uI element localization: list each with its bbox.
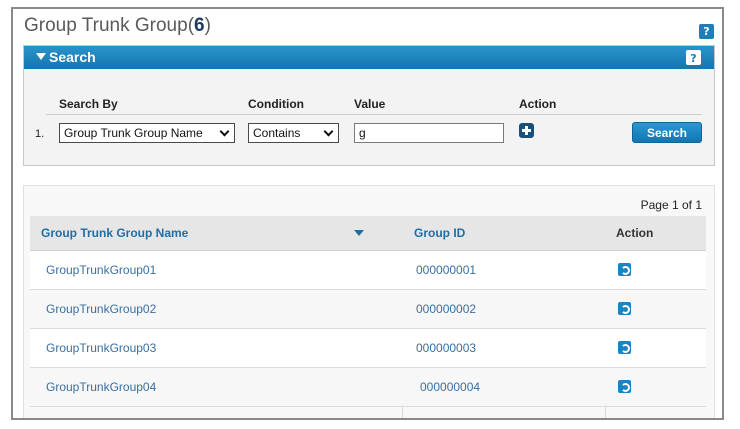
chevron-down-icon [219, 126, 230, 137]
th-group-id[interactable]: Group ID [414, 216, 465, 251]
page-frame: Group Trunk Group(6) ? Search ? Search B… [11, 7, 724, 420]
row-name-link[interactable]: GroupTrunkGroup04 [46, 368, 156, 407]
row-group-id: 000000003 [416, 341, 477, 355]
th-action: Action [616, 226, 654, 240]
search-by-value: Group Trunk Group Name [64, 126, 203, 140]
table-row: GroupTrunkGroup02 000000002 [30, 290, 706, 329]
row-name-link[interactable]: GroupTrunkGroup01 [46, 251, 156, 290]
row-name-link[interactable]: GroupTrunkGroup02 [46, 290, 156, 329]
table-row: GroupTrunkGroup03 000000003 [30, 329, 706, 368]
table-row: GroupTrunkGroup01 000000001 [30, 251, 706, 290]
edit-icon[interactable] [618, 263, 631, 276]
row-group-id: 000000004 [420, 380, 481, 394]
row-group-id: 000000001 [416, 263, 477, 277]
caret-down-icon [36, 53, 46, 60]
table-row: GroupTrunkGroup04 000000004 [30, 368, 706, 407]
row-group-id: 000000002 [416, 302, 477, 316]
page-title-text: Group Trunk Group( [24, 15, 195, 36]
page-help-icon[interactable]: ? [699, 24, 714, 39]
col-action: Action [519, 97, 557, 111]
add-icon[interactable] [519, 123, 534, 138]
th-name[interactable]: Group Trunk Group Name [41, 216, 188, 251]
col-value: Value [354, 97, 386, 111]
chevron-down-icon [323, 126, 334, 137]
pager: Page 1 of 1 [640, 198, 702, 212]
condition-select[interactable]: Contains [248, 123, 339, 143]
col-condition: Condition [248, 97, 304, 111]
search-panel-toggle[interactable]: Search [24, 46, 714, 69]
edit-icon[interactable] [618, 302, 631, 315]
results-table: Group Trunk Group Name Group ID Action G… [30, 216, 706, 418]
search-panel: Search ? Search By Condition Value Actio… [23, 45, 715, 166]
record-count: 6 [194, 15, 205, 36]
edit-icon[interactable] [618, 341, 631, 354]
value-input[interactable]: g [354, 123, 504, 143]
search-panel-title: Search [49, 49, 96, 65]
page-title: Group Trunk Group(6) [24, 15, 211, 37]
col-search-by: Search By [59, 97, 118, 111]
condition-value: Contains [253, 126, 301, 140]
table-header: Group Trunk Group Name Group ID Action [30, 216, 706, 251]
search-by-select[interactable]: Group Trunk Group Name [59, 123, 235, 143]
header-divider [46, 114, 702, 115]
sort-desc-icon[interactable] [354, 230, 364, 236]
page-title-close: ) [204, 15, 211, 36]
row-number: 1. [35, 128, 45, 140]
search-button[interactable]: Search [632, 122, 702, 143]
row-name-link[interactable]: GroupTrunkGroup03 [46, 329, 156, 368]
results-panel: Page 1 of 1 Group Trunk Group Name Group… [23, 185, 715, 418]
search-help-icon[interactable]: ? [686, 50, 701, 65]
edit-icon[interactable] [618, 380, 631, 393]
